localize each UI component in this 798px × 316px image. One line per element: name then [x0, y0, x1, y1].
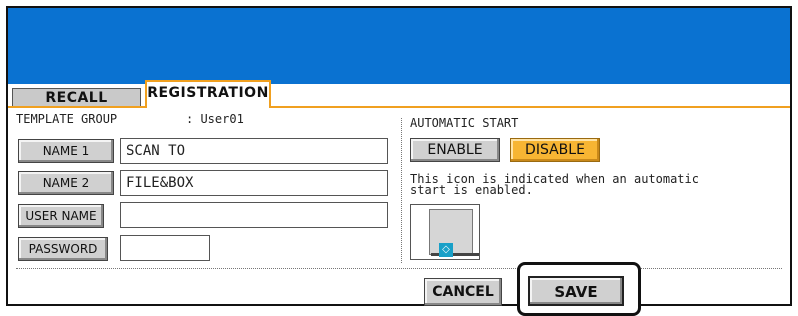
tab-recall[interactable]: RECALL	[12, 88, 141, 107]
template-start-icon: ◇	[410, 204, 480, 260]
template-group-label: TEMPLATE GROUP	[16, 112, 118, 126]
tab-registration[interactable]: REGISTRATION	[145, 80, 271, 108]
automatic-start-description-line2: start is enabled.	[410, 183, 533, 197]
password-field[interactable]	[120, 235, 210, 261]
registration-panel: RECALL REGISTRATION TEMPLATE GROUP : Use…	[6, 6, 792, 316]
start-icon: ◇	[439, 243, 453, 257]
section-divider	[401, 118, 402, 263]
template-group-value: : User01	[186, 112, 244, 126]
name1-field[interactable]: SCAN TO	[120, 138, 388, 164]
name2-field[interactable]: FILE&BOX	[120, 170, 388, 196]
cancel-button[interactable]: CANCEL	[424, 278, 502, 306]
user-name-button[interactable]: USER NAME	[18, 204, 104, 228]
footer-divider	[16, 268, 782, 269]
automatic-start-heading: AUTOMATIC START	[410, 116, 519, 130]
tab-divider	[8, 106, 790, 108]
header-bar	[8, 8, 790, 84]
disable-button[interactable]: DISABLE	[510, 138, 600, 162]
save-button[interactable]: SAVE	[528, 276, 624, 306]
password-button[interactable]: PASSWORD	[18, 237, 108, 261]
name2-button[interactable]: NAME 2	[18, 171, 114, 195]
user-name-field[interactable]	[120, 202, 388, 228]
enable-button[interactable]: ENABLE	[410, 138, 500, 162]
name1-button[interactable]: NAME 1	[18, 139, 114, 163]
